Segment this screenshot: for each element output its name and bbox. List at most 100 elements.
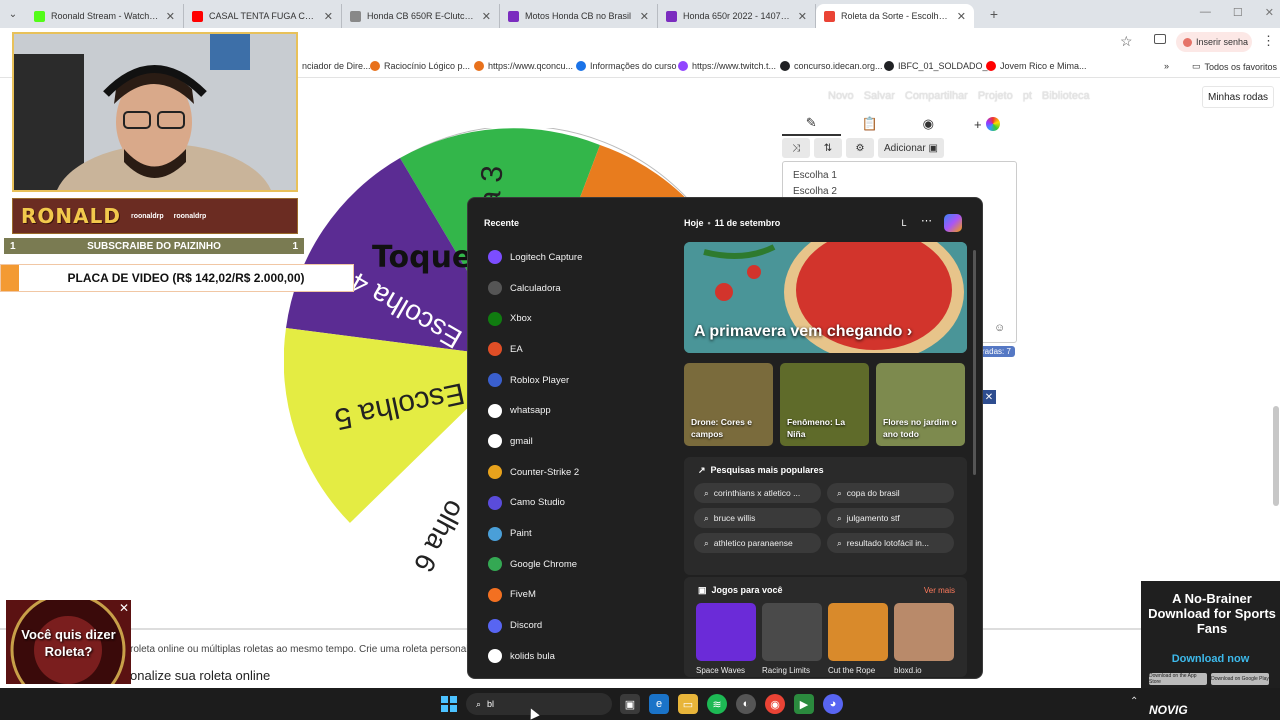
- my-wheels-button[interactable]: Minhas rodas: [1202, 86, 1274, 108]
- bookmark-item[interactable]: nciador de Dire...: [288, 61, 371, 71]
- close-window-icon[interactable]: ✕: [1265, 6, 1274, 19]
- roleta-ad[interactable]: Você quis dizer Roleta? ✕: [6, 600, 131, 684]
- browser-tab[interactable]: Honda CB 650R E-Clutch | Est ✕: [342, 4, 500, 28]
- app-item[interactable]: FiveM: [488, 580, 668, 611]
- address-bar[interactable]: [298, 31, 1118, 53]
- edit-pencil-icon[interactable]: ✎: [782, 112, 841, 136]
- search-suggestion-pill[interactable]: ⌕ bruce willis: [694, 508, 821, 528]
- app-item[interactable]: Camo Studio: [488, 488, 668, 519]
- page-scrollbar[interactable]: [1273, 406, 1279, 506]
- profile-avatar[interactable]: L: [897, 216, 911, 230]
- tab-close-icon[interactable]: ✕: [957, 10, 966, 23]
- tray-chevron-icon[interactable]: ⌃: [1130, 696, 1138, 707]
- new-tab-button[interactable]: +: [982, 6, 1006, 22]
- bookmarks-more-icon[interactable]: »: [1164, 61, 1169, 71]
- search-suggestion-pill[interactable]: ⌕ julgamento stf: [827, 508, 954, 528]
- all-bookmarks[interactable]: ▭ Todos os favoritos: [1192, 61, 1277, 72]
- bookmark-item[interactable]: Informações do curso: [576, 61, 677, 71]
- site-action-4[interactable]: pt: [1023, 90, 1032, 102]
- app-store-badge[interactable]: Download on the App Store: [1149, 673, 1207, 685]
- maximize-icon[interactable]: ☐: [1233, 6, 1243, 19]
- app-item[interactable]: whatsapp: [488, 395, 668, 426]
- search-suggestion-pill[interactable]: ⌕ corinthians x atletico ...: [694, 483, 821, 503]
- bookmark-item[interactable]: Jovem Rico e Mima...: [986, 61, 1087, 71]
- site-action-2[interactable]: Compartilhar: [905, 90, 968, 102]
- site-action-3[interactable]: Projeto: [978, 90, 1013, 102]
- clipboard-icon[interactable]: 📋: [841, 112, 900, 136]
- minimize-icon[interactable]: —: [1200, 6, 1211, 19]
- game-card[interactable]: Racing Limits: [762, 603, 822, 675]
- shuffle-button[interactable]: ⤨: [782, 138, 810, 158]
- emoji-icon[interactable]: ☺: [994, 322, 1005, 334]
- app-item[interactable]: kolids bula: [488, 641, 668, 672]
- search-suggestion-pill[interactable]: ⌕ athletico paranaense: [694, 533, 821, 553]
- discord-icon[interactable]: ◕: [823, 694, 843, 714]
- app-item[interactable]: Roblox Player: [488, 365, 668, 396]
- google-play-badge[interactable]: Download on Google Play: [1211, 673, 1269, 685]
- tab-search-chevron-icon[interactable]: ⌄: [0, 9, 26, 20]
- sort-button[interactable]: ⇅: [814, 138, 842, 158]
- game-card[interactable]: Cut the Rope: [828, 603, 888, 675]
- site-action-1[interactable]: Salvar: [864, 90, 895, 102]
- spotify-icon[interactable]: ≋: [707, 694, 727, 714]
- windows-start-icon[interactable]: [441, 696, 457, 712]
- search-suggestion-pill[interactable]: ⌕ copa do brasil: [827, 483, 954, 503]
- add-image-button[interactable]: Adicionar ▣: [878, 138, 944, 158]
- sports-ad[interactable]: A No-Brainer Download for Sports Fans Do…: [1141, 581, 1280, 688]
- site-action-0[interactable]: Novo: [828, 90, 854, 102]
- browser-tab[interactable]: Motos Honda CB no Brasil ✕: [500, 4, 658, 28]
- bookmark-star-icon[interactable]: ☆: [1120, 33, 1133, 50]
- tab-close-icon[interactable]: ✕: [798, 10, 807, 23]
- app-item[interactable]: EA: [488, 334, 668, 365]
- edge-icon[interactable]: e: [649, 694, 669, 714]
- ad-download-link[interactable]: Download now: [1141, 653, 1280, 665]
- game-card[interactable]: Space Waves: [696, 603, 756, 675]
- settings-gear-button[interactable]: ⚙: [846, 138, 874, 158]
- tab-close-icon[interactable]: ✕: [166, 10, 175, 23]
- bookmark-item[interactable]: https://www.qconcu...: [474, 61, 573, 71]
- chrome-icon[interactable]: ◉: [765, 694, 785, 714]
- more-options-icon[interactable]: ⋯: [921, 214, 932, 227]
- task-view-icon[interactable]: ▣: [620, 694, 640, 714]
- app-item[interactable]: Paint: [488, 518, 668, 549]
- browser-tab[interactable]: Roonald Stream - Watch Live o ✕: [26, 4, 184, 28]
- browser-menu-icon[interactable]: ⋮: [1262, 33, 1275, 49]
- close-ad-icon[interactable]: ✕: [119, 601, 129, 615]
- app-item[interactable]: Discord: [488, 610, 668, 641]
- browser-tab[interactable]: Honda 650r 2022 - 140713551 ✕: [658, 4, 816, 28]
- news-card[interactable]: Fenômeno: La Niña: [780, 363, 869, 446]
- copilot-icon[interactable]: [944, 214, 962, 232]
- hero-card[interactable]: A primavera vem chegando ›: [684, 242, 967, 353]
- cast-icon[interactable]: [1154, 34, 1166, 44]
- search-suggestion-pill[interactable]: ⌕ resultado lotofácil in...: [827, 533, 954, 553]
- app-item[interactable]: Google Chrome: [488, 549, 668, 580]
- bookmark-item[interactable]: IBFC_01_SOLDADO_...: [884, 61, 995, 71]
- taskbar-search-input[interactable]: ⌕ bl: [466, 693, 612, 715]
- bookmark-item[interactable]: concurso.idecan.org...: [780, 61, 883, 71]
- see-more-link[interactable]: Ver mais: [924, 586, 955, 595]
- app-item[interactable]: Calculadora: [488, 273, 668, 304]
- tab-close-icon[interactable]: ✕: [324, 10, 333, 23]
- tab-close-icon[interactable]: ✕: [640, 10, 649, 23]
- site-action-5[interactable]: Biblioteca: [1042, 90, 1090, 102]
- news-card[interactable]: Drone: Cores e campos: [684, 363, 773, 446]
- app-item[interactable]: Logitech Capture: [488, 242, 668, 273]
- game-card[interactable]: bloxd.io: [894, 603, 954, 675]
- wheel-center-label[interactable]: Toque: [372, 240, 472, 275]
- app-item[interactable]: gmail: [488, 426, 668, 457]
- app-item[interactable]: Counter-Strike 2: [488, 457, 668, 488]
- browser-tab[interactable]: CASAL TENTA FUGA COM MOT ✕: [184, 4, 342, 28]
- app-item[interactable]: Xbox: [488, 303, 668, 334]
- file-explorer-icon[interactable]: ▭: [678, 694, 698, 714]
- hide-eye-icon[interactable]: ◉: [899, 112, 958, 136]
- media-player-icon[interactable]: ▶: [794, 694, 814, 714]
- steam-icon[interactable]: ◐: [736, 694, 756, 714]
- start-menu-scrollbar[interactable]: [973, 250, 976, 475]
- add-color-icon[interactable]: +: [958, 112, 1017, 136]
- bookmark-item[interactable]: Raciocínio Lógico p...: [370, 61, 470, 71]
- password-button[interactable]: Inserir senha: [1176, 32, 1252, 52]
- tab-close-icon[interactable]: ✕: [482, 10, 491, 23]
- bookmark-item[interactable]: https://www.twitch.t...: [678, 61, 776, 71]
- news-card[interactable]: Flores no jardim o ano todo: [876, 363, 965, 446]
- close-icon[interactable]: ✕: [982, 390, 996, 404]
